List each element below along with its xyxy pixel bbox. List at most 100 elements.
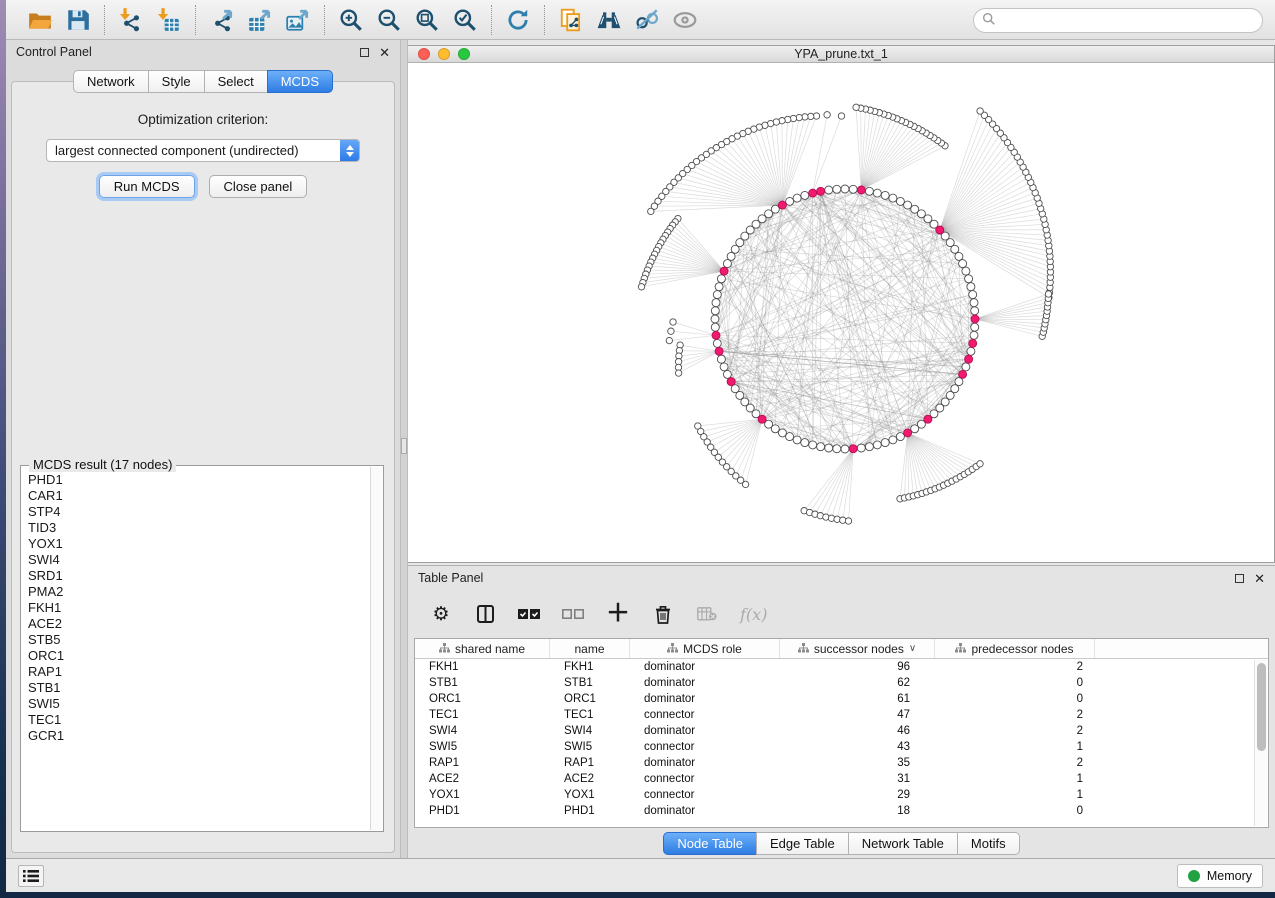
graph-node[interactable] <box>865 443 873 451</box>
graph-node[interactable] <box>841 185 849 193</box>
graph-node-mcds[interactable] <box>857 186 865 194</box>
graph-node-mcds[interactable] <box>720 267 728 275</box>
mcds-result-item[interactable]: TID3 <box>28 520 370 536</box>
table-tab-motifs[interactable]: Motifs <box>957 832 1020 855</box>
table-tab-network-table[interactable]: Network Table <box>848 832 958 855</box>
graph-node[interactable] <box>881 191 889 199</box>
graph-node-mcds[interactable] <box>849 445 857 453</box>
graph-node-mcds[interactable] <box>809 189 817 197</box>
graph-node[interactable] <box>970 331 978 339</box>
save-session-button[interactable] <box>62 4 94 36</box>
show-columns-button[interactable] <box>474 601 496 627</box>
column-header-MCDS-role[interactable]: MCDS role <box>630 639 780 658</box>
column-header-predecessor-nodes[interactable]: predecessor nodes <box>935 639 1095 658</box>
table-row[interactable]: PHD1PHD1dominator180 <box>415 803 1268 819</box>
graph-node-mcds[interactable] <box>936 226 944 234</box>
mcds-result-item[interactable]: STP4 <box>28 504 370 520</box>
float-table-panel-icon[interactable] <box>1235 574 1244 583</box>
table-row[interactable]: SWI4SWI4dominator462 <box>415 723 1268 739</box>
table-row[interactable]: ORC1ORC1dominator610 <box>415 691 1268 707</box>
mcds-result-item[interactable]: ORC1 <box>28 648 370 664</box>
zoom-selected-button[interactable] <box>449 4 481 36</box>
binoculars-button[interactable] <box>593 4 625 36</box>
graph-node[interactable] <box>717 355 725 363</box>
graph-node[interactable] <box>967 347 975 355</box>
mcds-result-item[interactable]: SRD1 <box>28 568 370 584</box>
eye-button[interactable] <box>669 4 701 36</box>
graph-node[interactable] <box>911 425 919 433</box>
graph-node[interactable] <box>793 436 801 444</box>
network-graph[interactable] <box>408 63 1275 559</box>
graph-node[interactable] <box>711 307 719 315</box>
mcds-result-item[interactable]: PMA2 <box>28 584 370 600</box>
graph-node[interactable] <box>889 436 897 444</box>
graph-node-mcds[interactable] <box>778 201 786 209</box>
tab-select[interactable]: Select <box>204 70 268 93</box>
graph-node[interactable] <box>955 378 963 386</box>
graph-node[interactable] <box>723 370 731 378</box>
table-settings-button[interactable]: ⚙ <box>430 601 452 627</box>
graph-node[interactable] <box>971 307 979 315</box>
table-row[interactable]: RAP1RAP1dominator352 <box>415 755 1268 771</box>
table-row[interactable]: ACE2ACE2connector311 <box>415 771 1268 787</box>
mcds-result-item[interactable]: STB5 <box>28 632 370 648</box>
tab-mcds[interactable]: MCDS <box>267 70 333 93</box>
mcds-result-item[interactable]: FKH1 <box>28 600 370 616</box>
splitter-handle-icon[interactable] <box>401 438 407 454</box>
graph-node[interactable] <box>889 194 897 202</box>
graph-node[interactable] <box>833 185 841 193</box>
network-canvas[interactable] <box>408 63 1274 562</box>
zoom-in-button[interactable] <box>335 4 367 36</box>
graph-node-mcds[interactable] <box>924 415 932 423</box>
mcds-result-item[interactable]: ACE2 <box>28 616 370 632</box>
graph-node[interactable] <box>959 260 967 268</box>
graph-node[interactable] <box>965 275 973 283</box>
graph-node[interactable] <box>971 323 979 331</box>
graph-node-mcds[interactable] <box>727 378 735 386</box>
graph-node[interactable] <box>713 339 721 347</box>
mcds-result-item[interactable]: CAR1 <box>28 488 370 504</box>
table-scrollbar-thumb[interactable] <box>1257 663 1266 751</box>
column-header-name[interactable]: name <box>550 639 630 658</box>
graph-node[interactable] <box>717 275 725 283</box>
delete-row-button[interactable] <box>652 601 674 627</box>
graph-node[interactable] <box>712 299 720 307</box>
table-row[interactable]: STB1STB1dominator620 <box>415 675 1268 691</box>
graph-node[interactable] <box>969 291 977 299</box>
criterion-select[interactable]: largest connected component (undirected) <box>46 139 360 162</box>
graph-node[interactable] <box>786 433 794 441</box>
graph-node[interactable] <box>713 291 721 299</box>
mcds-result-item[interactable]: SWI5 <box>28 696 370 712</box>
graph-node[interactable] <box>715 283 723 291</box>
graph-node[interactable] <box>727 252 735 260</box>
table-tab-edge-table[interactable]: Edge Table <box>756 832 849 855</box>
mcds-result-list[interactable]: PHD1CAR1STP4TID3YOX1SWI4SRD1PMA2FKH1ACE2… <box>22 467 370 830</box>
graph-node[interactable] <box>881 439 889 447</box>
float-panel-icon[interactable] <box>360 48 369 57</box>
memory-button[interactable]: Memory <box>1177 864 1263 888</box>
deselect-all-rows-button[interactable] <box>562 601 584 627</box>
graph-node-mcds[interactable] <box>817 187 825 195</box>
graph-node[interactable] <box>825 186 833 194</box>
graph-node[interactable] <box>849 185 857 193</box>
import-table-button[interactable] <box>153 4 185 36</box>
close-panel-icon[interactable]: ✕ <box>379 48 390 57</box>
graph-node[interactable] <box>778 429 786 437</box>
graph-node[interactable] <box>711 323 719 331</box>
export-network-button[interactable] <box>206 4 238 36</box>
open-file-button[interactable] <box>24 4 56 36</box>
graph-node[interactable] <box>825 444 833 452</box>
refresh-view-button[interactable] <box>502 4 534 36</box>
graph-node-mcds[interactable] <box>965 355 973 363</box>
mcds-result-item[interactable]: YOX1 <box>28 536 370 552</box>
zoom-fit-button[interactable] <box>411 4 443 36</box>
table-row[interactable]: YOX1YOX1connector291 <box>415 787 1268 803</box>
column-header-shared-name[interactable]: shared name <box>415 639 550 658</box>
mcds-result-item[interactable]: PHD1 <box>28 472 370 488</box>
table-row[interactable]: TEC1TEC1connector472 <box>415 707 1268 723</box>
graph-node[interactable] <box>841 445 849 453</box>
graph-node-mcds[interactable] <box>715 347 723 355</box>
result-list-scrollbar[interactable] <box>370 467 382 830</box>
graph-node-mcds[interactable] <box>758 415 766 423</box>
table-scrollbar[interactable] <box>1254 660 1267 826</box>
